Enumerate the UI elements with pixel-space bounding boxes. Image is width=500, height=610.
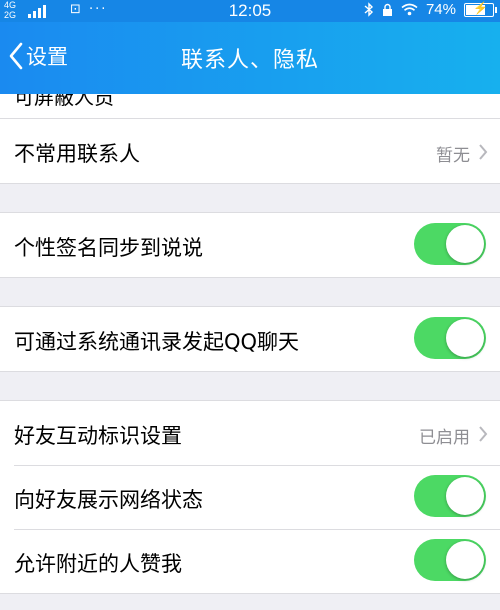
row-interaction-badges[interactable]: 好友互动标识设置 已启用	[0, 401, 500, 465]
row-label: 允许附近的人赞我	[14, 552, 182, 576]
settings-group-signature: 个性签名同步到说说	[0, 212, 500, 278]
row-network-status: 向好友展示网络状态	[0, 465, 500, 529]
signature-sync-toggle[interactable]	[414, 223, 486, 265]
chevron-right-icon	[479, 426, 488, 442]
settings-group-contacts: 不常用联系人 暂无	[0, 118, 500, 184]
row-inactive-contacts[interactable]: 不常用联系人 暂无	[0, 119, 500, 183]
address-book-chat-toggle[interactable]	[414, 317, 486, 359]
row-label: 好友互动标识设置	[14, 424, 182, 448]
partial-row-label: 可屏蔽人员	[14, 94, 114, 109]
page-title: 联系人、隐私	[180, 48, 319, 73]
row-nearby-likes: 允许附近的人赞我	[0, 529, 500, 593]
row-value: 已启用	[419, 428, 470, 448]
battery-icon: ⚡	[464, 1, 497, 17]
nearby-likes-toggle[interactable]	[414, 539, 486, 581]
network-status-toggle[interactable]	[414, 475, 486, 517]
lock-icon	[382, 3, 392, 16]
chevron-right-icon	[479, 144, 488, 160]
row-address-book-chat: 可通过系统通讯录发起QQ聊天	[0, 307, 500, 371]
settings-group-friends: 好友互动标识设置 已启用 向好友展示网络状态 允许附近的人赞我	[0, 400, 500, 594]
list-item-partial[interactable]: 可屏蔽人员	[0, 94, 500, 119]
row-value: 暂无	[436, 146, 470, 166]
row-signature-sync: 个性签名同步到说说	[0, 213, 500, 277]
bluetooth-icon	[364, 2, 373, 17]
row-label: 不常用联系人	[14, 142, 140, 166]
wifi-icon	[401, 3, 418, 16]
battery-percent: 74%	[425, 1, 456, 18]
nav-bar: 设置 联系人、隐私	[0, 22, 500, 94]
row-label: 个性签名同步到说说	[14, 236, 203, 260]
status-bar: 4G 2G ⊡ ··· 12:05 74% ⚡	[0, 0, 500, 22]
row-label: 向好友展示网络状态	[14, 488, 203, 512]
row-label: 可通过系统通讯录发起QQ聊天	[14, 330, 300, 354]
settings-group-address-book: 可通过系统通讯录发起QQ聊天	[0, 306, 500, 372]
